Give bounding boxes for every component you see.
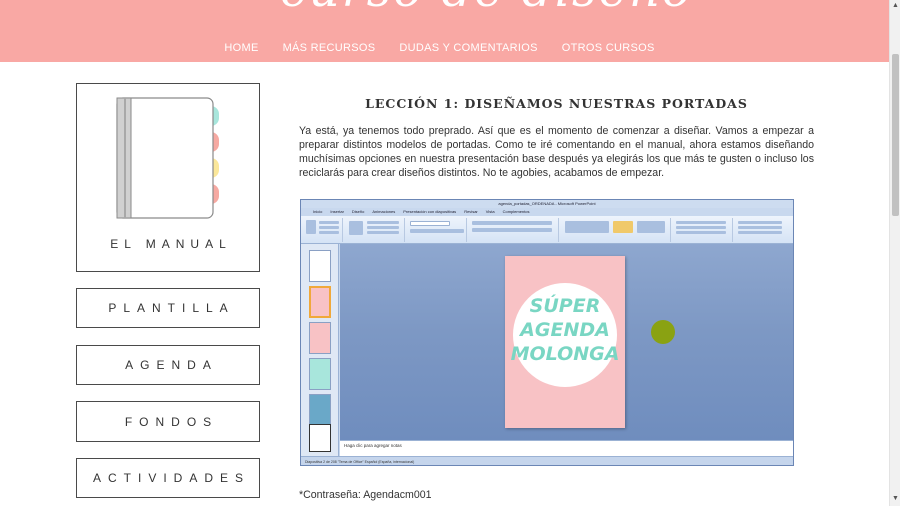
password-note: *Contraseña: Agendacm001 [299,489,432,501]
status-bar: Diapositiva 2 de 208 "Tema de Office" Es… [301,456,793,465]
ribbon-tab: Vista [485,209,495,214]
page-scrollbar[interactable]: ▲ ▼ [889,0,900,506]
scroll-down-arrow-icon[interactable]: ▼ [891,495,900,503]
ribbon-group [561,218,671,242]
nav-home[interactable]: HOME [224,42,258,54]
slide-thumbnail [309,286,331,318]
window-titlebar: agenda_portadas_ORDENADA - Microsoft Pow… [301,200,793,208]
ribbon-tab: Complementos [502,209,530,214]
lesson-paragraph: Ya está, ya tenemos todo preprado. Así q… [299,125,814,179]
sidebar-item-label: AGENDA [125,358,218,372]
slide-thumbnail [309,358,331,390]
cursor-highlight-icon [651,320,675,344]
slide-canvas: SÚPER AGENDA MOLONGA [340,244,793,440]
ribbon-group [407,218,467,242]
main-nav: HOME MÁS RECURSOS DUDAS Y COMENTARIOS OT… [0,42,889,54]
page-title: LECCIÓN 1: DISEÑAMOS NUESTRAS PORTADAS [365,96,748,111]
nav-questions-comments[interactable]: DUDAS Y COMENTARIOS [399,42,537,54]
slide-thumbnail [309,322,331,354]
ribbon-toolbar [301,216,793,244]
ribbon-tab: Presentación con diapositivas [403,209,457,214]
sidebar-item-manual[interactable]: EL MANUAL [76,83,260,272]
slide-thumbnail [309,394,331,426]
ribbon-group [469,218,559,242]
ribbon-group [345,218,405,242]
ribbon-group [735,218,791,242]
slide-title: SÚPER AGENDA MOLONGA [510,295,620,365]
ribbon-group [303,218,343,242]
window-title: agenda_portadas_ORDENADA - Microsoft Pow… [498,201,596,206]
sidebar-item-label: EL MANUAL [110,237,232,251]
nav-other-courses[interactable]: OTROS CURSOS [562,42,655,54]
ribbon-tab: Animaciones [372,209,396,214]
notes-pane: Haga clic para agregar notas [340,440,793,456]
sidebar-item-label: ACTIVIDADES [92,471,250,485]
scroll-thumb[interactable] [892,54,899,216]
ribbon-tabs: Inicio Insertar Diseño Animaciones Prese… [313,208,529,216]
site-logo[interactable]: curso de diseño [280,0,693,18]
ribbon-tab: Inicio [313,209,323,214]
ribbon-tab: Diseño [351,209,365,214]
site-header: curso de diseño HOME MÁS RECURSOS DUDAS … [0,0,889,62]
scroll-up-arrow-icon[interactable]: ▲ [891,2,900,10]
ribbon-tab: Revisar [464,209,478,214]
slide-thumbnail [309,250,331,282]
sidebar-item-plantilla[interactable]: PLANTILLA [76,288,260,328]
nav-more-resources[interactable]: MÁS RECURSOS [283,42,376,54]
sidebar-item-actividades[interactable]: ACTIVIDADES [76,458,260,498]
slide-thumbnails-panel [301,244,339,456]
sidebar-item-agenda[interactable]: AGENDA [76,345,260,385]
ribbon-group [673,218,733,242]
sidebar-item-label: PLANTILLA [108,301,235,315]
sidebar-item-label: FONDOS [124,414,219,429]
slide-cover: SÚPER AGENDA MOLONGA [505,256,625,428]
sidebar-item-fondos[interactable]: FONDOS [76,401,260,442]
notebook-icon [116,97,219,219]
ribbon-tab: Insertar [330,209,344,214]
slide-thumbnail [309,424,331,452]
powerpoint-screenshot: agenda_portadas_ORDENADA - Microsoft Pow… [300,199,794,466]
